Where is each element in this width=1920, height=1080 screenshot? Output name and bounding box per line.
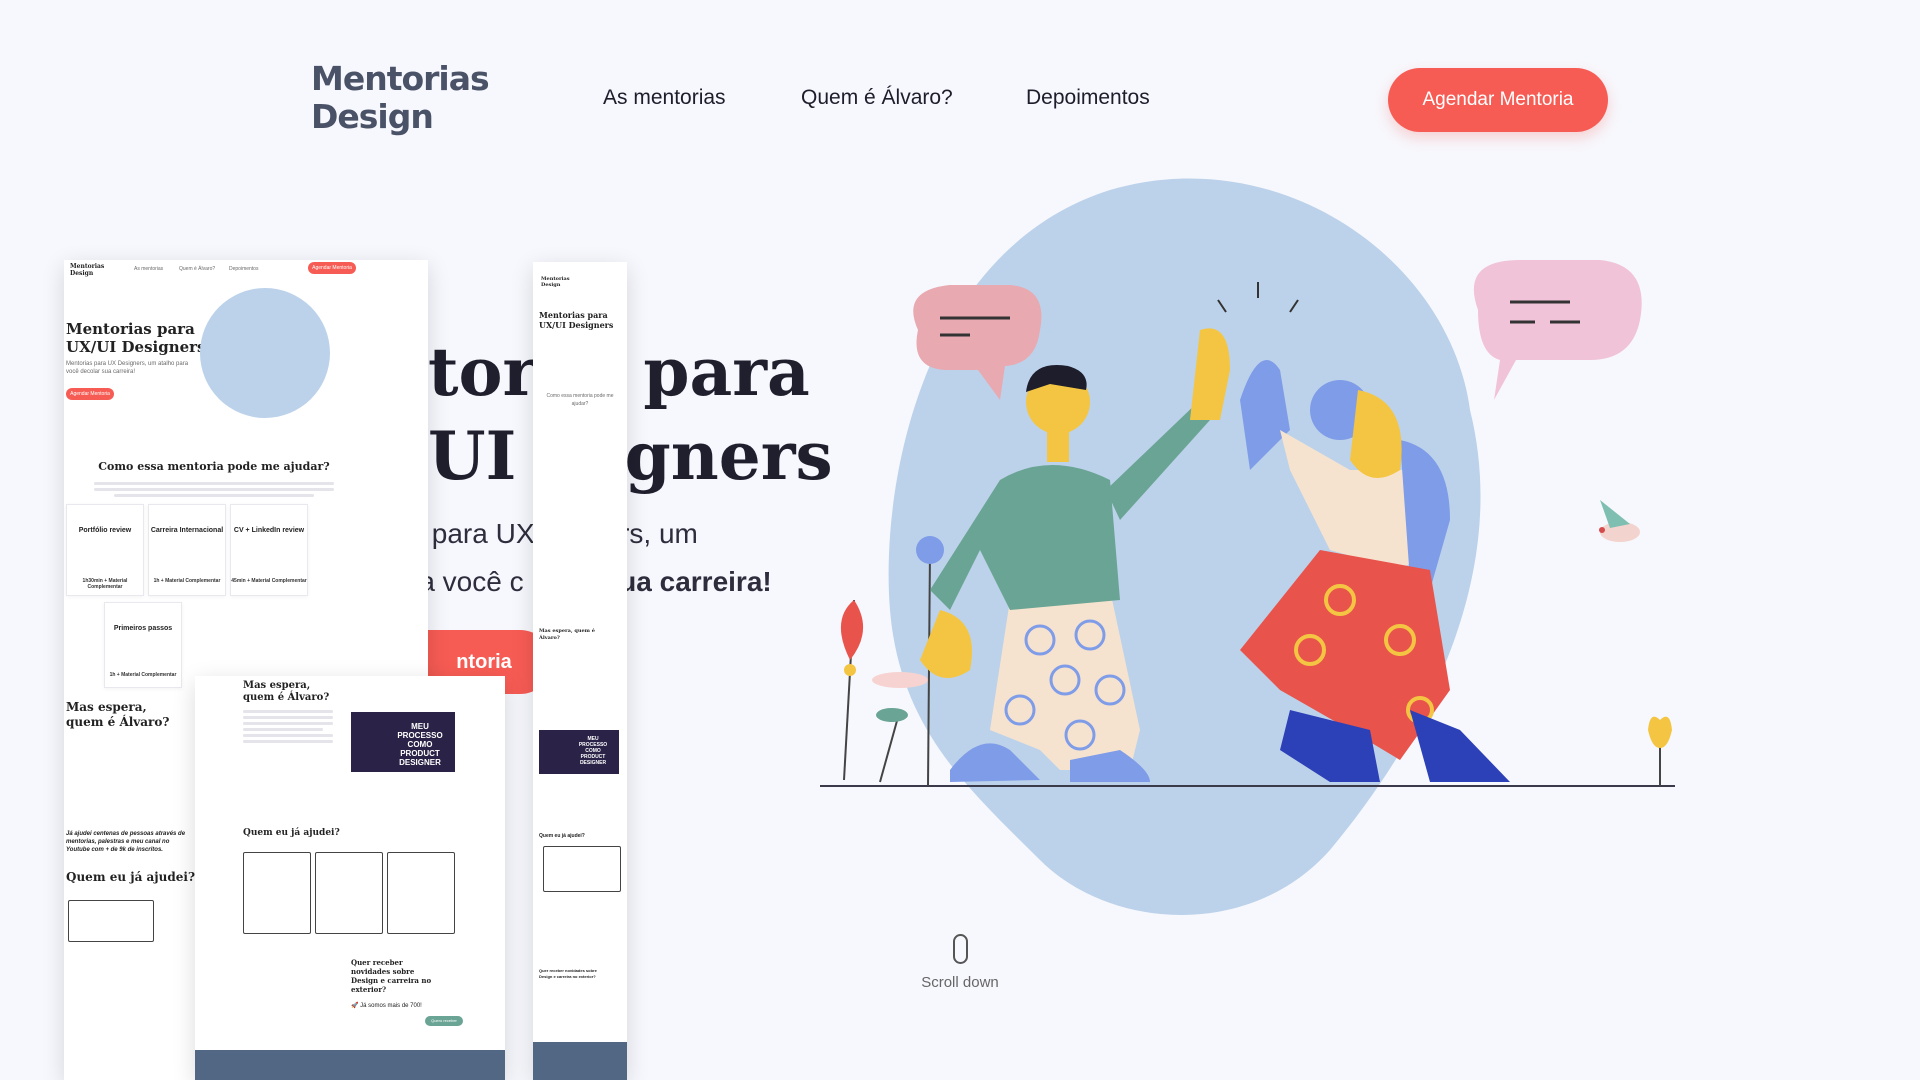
mock-c-footer: [533, 1042, 627, 1080]
bird-icon: [1599, 500, 1640, 542]
mock-c-logo: Mentorias Design: [541, 276, 570, 288]
nav-link-depoimentos[interactable]: Depoimentos: [1026, 86, 1150, 110]
mock-card-title: Portfólio review: [78, 527, 132, 534]
mock-section-title: Como essa mentoria pode me ajudar?: [98, 460, 330, 473]
mock-nav-2: Quem é Álvaro?: [179, 266, 216, 272]
mock-logo: Mentorias Design: [70, 263, 105, 277]
tablet-preview-mockup: Mas espera, quem é Álvaro? MEU PROCESSO …: [195, 676, 505, 1080]
mock-c-about-title: Mas espera, quem é Álvaro?: [539, 628, 595, 641]
mock-b-testimonial-1: [243, 852, 311, 934]
mock-card-title: Carreira Internacional: [150, 527, 224, 534]
mock-card-cv: CV + LinkedIn review 45min + Material Co…: [230, 504, 308, 596]
mock-about-title: Mas espera, quem é Álvaro?: [66, 700, 170, 729]
schedule-mentoring-button[interactable]: Agendar Mentoria: [1388, 68, 1608, 132]
mock-card-foot: 1h30min + Material Complementar: [82, 578, 128, 590]
nav-link-mentorias[interactable]: As mentorias: [603, 86, 726, 110]
speech-bubble-right-icon: [1473, 260, 1642, 400]
mock-c-video-thumbnail: MEU PROCESSO COMO PRODUCT DESIGNER: [539, 730, 619, 774]
mock-b-testimonial-2: [315, 852, 383, 934]
mock-cta: Agendar Mentoria: [308, 262, 356, 274]
mock-card-title: Primeiros passos: [113, 625, 173, 632]
mock-hero-button: Agendar Mentoria: [66, 388, 114, 400]
hero-subtitle-highlight: sua carreira!: [603, 566, 772, 597]
mock-b-about-title: Mas espera, quem é Álvaro?: [243, 680, 330, 703]
scroll-down-indicator[interactable]: Scroll down: [920, 934, 1000, 991]
mock-b-video-title: MEU PROCESSO COMO PRODUCT DESIGNER: [397, 722, 443, 767]
mock-b-video-thumbnail: MEU PROCESSO COMO PRODUCT DESIGNER: [351, 712, 455, 772]
yellow-tulip-icon: [1648, 716, 1672, 748]
mock-card-primeiros: Primeiros passos 1h + Material Complemen…: [104, 602, 182, 688]
mock-card-portfolio: Portfólio review 1h30min + Material Comp…: [66, 504, 144, 596]
mock-hero-title: Mentorias para UX/UI Designers: [66, 320, 206, 356]
mouse-icon: [952, 934, 968, 964]
mock-hero-subtitle: Mentorias para UX Designers, um atalho p…: [66, 361, 189, 375]
mock-c-newsletter-title: Quer receber novidades sobre Design e ca…: [539, 968, 597, 979]
mock-testimonial-card: [68, 900, 154, 942]
mock-c-section-title: Como essa mentoria pode me ajudar?: [546, 393, 614, 407]
mock-b-testimonials-title: Quem eu já ajudei?: [243, 828, 340, 838]
logo-line-1: Mentorias: [311, 59, 490, 98]
mock-card-foot: 1h + Material Complementar: [109, 672, 177, 678]
logo-line-2: Design: [311, 97, 434, 136]
mock-b-newsletter-button: Quero receber: [425, 1016, 463, 1026]
site-logo[interactable]: Mentorias Design: [311, 59, 490, 136]
mock-card-foot: 1h + Material Complementar: [153, 578, 221, 584]
mock-c-testimonial: [543, 846, 621, 892]
scroll-down-label: Scroll down: [921, 974, 999, 991]
mock-c-video-title: MEU PROCESSO COMO PRODUCT DESIGNER: [578, 736, 608, 766]
mock-b-newsletter-title: Quer receber novidades sobre Design e ca…: [351, 958, 432, 994]
nav-link-quem-e-alvaro[interactable]: Quem é Álvaro?: [801, 86, 953, 110]
mock-c-title: Mentorias para UX/UI Designers: [539, 310, 614, 330]
mock-card-carreira: Carreira Internacional 1h + Material Com…: [148, 504, 226, 596]
mock-card-foot: 45min + Material Complementar: [231, 578, 307, 584]
mock-nav-1: As mentorias: [134, 266, 164, 272]
mobile-preview-mockup: Mentorias Design Mentorias para UX/UI De…: [533, 262, 627, 1080]
mock-b-footer: [195, 1050, 505, 1080]
red-bud-icon: [840, 600, 864, 660]
mock-testimonials-title: Quem eu já ajudei?: [66, 870, 195, 884]
mock-b-newsletter-note: 🚀 Já somos mais de 700!: [351, 1003, 422, 1009]
mock-card-title: CV + LinkedIn review: [233, 527, 305, 534]
high-five-illustration: [820, 178, 1675, 915]
mock-nav-3: Depoimentos: [229, 266, 259, 272]
mock-quote: Já ajudei centenas de pessoas através de…: [66, 831, 186, 853]
blue-flower-icon: [916, 536, 944, 564]
mock-c-testimonials-title: Quem eu já ajudei?: [539, 833, 585, 839]
mock-illustration-blob: [200, 288, 330, 418]
mock-b-testimonial-3: [387, 852, 455, 934]
